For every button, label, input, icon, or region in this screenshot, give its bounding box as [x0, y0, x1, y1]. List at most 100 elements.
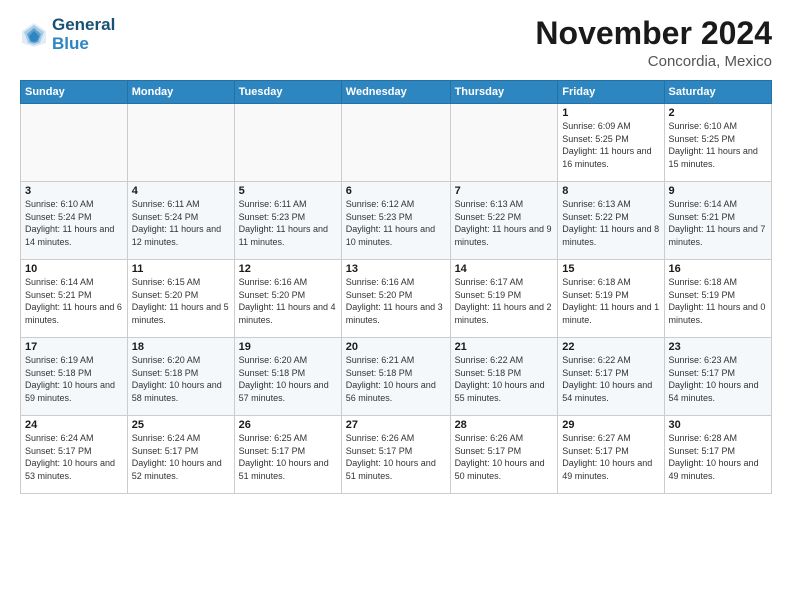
day-number: 1: [562, 107, 659, 119]
calendar-cell: [450, 104, 558, 182]
calendar-cell: 7Sunrise: 6:13 AM Sunset: 5:22 PM Daylig…: [450, 182, 558, 260]
day-info: Sunrise: 6:27 AM Sunset: 5:17 PM Dayligh…: [562, 432, 659, 482]
calendar-cell: 28Sunrise: 6:26 AM Sunset: 5:17 PM Dayli…: [450, 416, 558, 494]
calendar-cell: 1Sunrise: 6:09 AM Sunset: 5:25 PM Daylig…: [558, 104, 664, 182]
calendar-cell: 29Sunrise: 6:27 AM Sunset: 5:17 PM Dayli…: [558, 416, 664, 494]
day-number: 21: [455, 341, 554, 353]
day-number: 9: [669, 185, 767, 197]
day-info: Sunrise: 6:23 AM Sunset: 5:17 PM Dayligh…: [669, 354, 767, 404]
calendar-cell: 8Sunrise: 6:13 AM Sunset: 5:22 PM Daylig…: [558, 182, 664, 260]
calendar-cell: 30Sunrise: 6:28 AM Sunset: 5:17 PM Dayli…: [664, 416, 771, 494]
day-header-tuesday: Tuesday: [234, 81, 341, 104]
calendar-cell: 14Sunrise: 6:17 AM Sunset: 5:19 PM Dayli…: [450, 260, 558, 338]
calendar-body: 1Sunrise: 6:09 AM Sunset: 5:25 PM Daylig…: [21, 104, 772, 494]
day-number: 20: [346, 341, 446, 353]
day-number: 27: [346, 419, 446, 431]
day-info: Sunrise: 6:28 AM Sunset: 5:17 PM Dayligh…: [669, 432, 767, 482]
day-number: 16: [669, 263, 767, 275]
day-info: Sunrise: 6:09 AM Sunset: 5:25 PM Dayligh…: [562, 120, 659, 170]
calendar-week-3: 10Sunrise: 6:14 AM Sunset: 5:21 PM Dayli…: [21, 260, 772, 338]
day-header-friday: Friday: [558, 81, 664, 104]
calendar-cell: [341, 104, 450, 182]
day-info: Sunrise: 6:26 AM Sunset: 5:17 PM Dayligh…: [455, 432, 554, 482]
day-info: Sunrise: 6:22 AM Sunset: 5:18 PM Dayligh…: [455, 354, 554, 404]
day-number: 11: [132, 263, 230, 275]
calendar-cell: 21Sunrise: 6:22 AM Sunset: 5:18 PM Dayli…: [450, 338, 558, 416]
calendar-cell: 13Sunrise: 6:16 AM Sunset: 5:20 PM Dayli…: [341, 260, 450, 338]
day-number: 25: [132, 419, 230, 431]
calendar-cell: 15Sunrise: 6:18 AM Sunset: 5:19 PM Dayli…: [558, 260, 664, 338]
calendar-cell: 16Sunrise: 6:18 AM Sunset: 5:19 PM Dayli…: [664, 260, 771, 338]
day-number: 23: [669, 341, 767, 353]
day-number: 14: [455, 263, 554, 275]
day-number: 13: [346, 263, 446, 275]
calendar-cell: 6Sunrise: 6:12 AM Sunset: 5:23 PM Daylig…: [341, 182, 450, 260]
calendar-cell: 27Sunrise: 6:26 AM Sunset: 5:17 PM Dayli…: [341, 416, 450, 494]
subtitle: Concordia, Mexico: [535, 53, 772, 70]
calendar-cell: 25Sunrise: 6:24 AM Sunset: 5:17 PM Dayli…: [127, 416, 234, 494]
day-number: 5: [239, 185, 337, 197]
day-number: 15: [562, 263, 659, 275]
calendar-cell: 22Sunrise: 6:22 AM Sunset: 5:17 PM Dayli…: [558, 338, 664, 416]
calendar-cell: 4Sunrise: 6:11 AM Sunset: 5:24 PM Daylig…: [127, 182, 234, 260]
calendar-cell: 2Sunrise: 6:10 AM Sunset: 5:25 PM Daylig…: [664, 104, 771, 182]
day-info: Sunrise: 6:12 AM Sunset: 5:23 PM Dayligh…: [346, 198, 446, 248]
calendar: SundayMondayTuesdayWednesdayThursdayFrid…: [20, 80, 772, 494]
day-number: 17: [25, 341, 123, 353]
logo: General Blue: [20, 16, 115, 53]
day-number: 2: [669, 107, 767, 119]
day-info: Sunrise: 6:13 AM Sunset: 5:22 PM Dayligh…: [562, 198, 659, 248]
main-title: November 2024: [535, 16, 772, 51]
day-info: Sunrise: 6:15 AM Sunset: 5:20 PM Dayligh…: [132, 276, 230, 326]
day-info: Sunrise: 6:20 AM Sunset: 5:18 PM Dayligh…: [239, 354, 337, 404]
logo-icon: [20, 21, 48, 49]
calendar-cell: 11Sunrise: 6:15 AM Sunset: 5:20 PM Dayli…: [127, 260, 234, 338]
calendar-cell: [234, 104, 341, 182]
logo-line2: Blue: [52, 35, 115, 54]
page: General Blue November 2024 Concordia, Me…: [0, 0, 792, 612]
calendar-cell: 20Sunrise: 6:21 AM Sunset: 5:18 PM Dayli…: [341, 338, 450, 416]
day-number: 7: [455, 185, 554, 197]
title-block: November 2024 Concordia, Mexico: [535, 16, 772, 70]
day-info: Sunrise: 6:16 AM Sunset: 5:20 PM Dayligh…: [239, 276, 337, 326]
calendar-week-5: 24Sunrise: 6:24 AM Sunset: 5:17 PM Dayli…: [21, 416, 772, 494]
day-number: 29: [562, 419, 659, 431]
day-info: Sunrise: 6:19 AM Sunset: 5:18 PM Dayligh…: [25, 354, 123, 404]
day-header-wednesday: Wednesday: [341, 81, 450, 104]
day-number: 22: [562, 341, 659, 353]
calendar-week-4: 17Sunrise: 6:19 AM Sunset: 5:18 PM Dayli…: [21, 338, 772, 416]
day-info: Sunrise: 6:14 AM Sunset: 5:21 PM Dayligh…: [669, 198, 767, 248]
day-number: 19: [239, 341, 337, 353]
calendar-cell: 23Sunrise: 6:23 AM Sunset: 5:17 PM Dayli…: [664, 338, 771, 416]
day-number: 26: [239, 419, 337, 431]
day-info: Sunrise: 6:16 AM Sunset: 5:20 PM Dayligh…: [346, 276, 446, 326]
day-header-monday: Monday: [127, 81, 234, 104]
day-number: 30: [669, 419, 767, 431]
day-number: 8: [562, 185, 659, 197]
calendar-cell: 18Sunrise: 6:20 AM Sunset: 5:18 PM Dayli…: [127, 338, 234, 416]
calendar-cell: 24Sunrise: 6:24 AM Sunset: 5:17 PM Dayli…: [21, 416, 128, 494]
header: General Blue November 2024 Concordia, Me…: [20, 16, 772, 70]
day-info: Sunrise: 6:13 AM Sunset: 5:22 PM Dayligh…: [455, 198, 554, 248]
day-info: Sunrise: 6:11 AM Sunset: 5:24 PM Dayligh…: [132, 198, 230, 248]
calendar-cell: 17Sunrise: 6:19 AM Sunset: 5:18 PM Dayli…: [21, 338, 128, 416]
day-number: 4: [132, 185, 230, 197]
day-number: 28: [455, 419, 554, 431]
calendar-cell: 12Sunrise: 6:16 AM Sunset: 5:20 PM Dayli…: [234, 260, 341, 338]
day-number: 3: [25, 185, 123, 197]
calendar-cell: [127, 104, 234, 182]
day-info: Sunrise: 6:18 AM Sunset: 5:19 PM Dayligh…: [669, 276, 767, 326]
day-info: Sunrise: 6:14 AM Sunset: 5:21 PM Dayligh…: [25, 276, 123, 326]
calendar-header: SundayMondayTuesdayWednesdayThursdayFrid…: [21, 81, 772, 104]
day-info: Sunrise: 6:17 AM Sunset: 5:19 PM Dayligh…: [455, 276, 554, 326]
day-info: Sunrise: 6:22 AM Sunset: 5:17 PM Dayligh…: [562, 354, 659, 404]
calendar-cell: 9Sunrise: 6:14 AM Sunset: 5:21 PM Daylig…: [664, 182, 771, 260]
logo-line1: General: [52, 16, 115, 35]
day-number: 24: [25, 419, 123, 431]
day-number: 10: [25, 263, 123, 275]
calendar-cell: 26Sunrise: 6:25 AM Sunset: 5:17 PM Dayli…: [234, 416, 341, 494]
day-number: 18: [132, 341, 230, 353]
calendar-cell: [21, 104, 128, 182]
calendar-cell: 19Sunrise: 6:20 AM Sunset: 5:18 PM Dayli…: [234, 338, 341, 416]
calendar-cell: 3Sunrise: 6:10 AM Sunset: 5:24 PM Daylig…: [21, 182, 128, 260]
